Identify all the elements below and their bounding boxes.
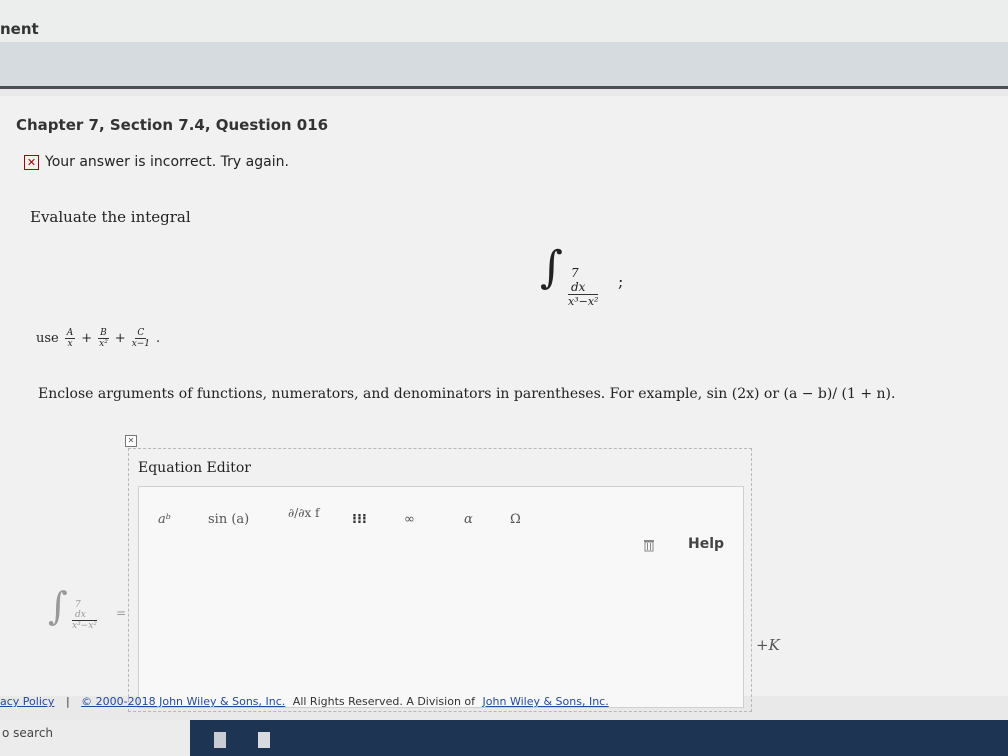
integrand-numerator: 7 dx [568, 266, 599, 295]
hint-term-b: B x² [98, 328, 109, 349]
greek-upper-button[interactable]: Ω [510, 512, 521, 527]
matrix-button[interactable]: ⁝⁝⁝ [352, 512, 367, 527]
hint-end: . [156, 331, 161, 346]
hint-plus-1: + [81, 331, 93, 346]
privacy-link[interactable]: acy Policy [0, 695, 54, 708]
hint-prefix: use [36, 331, 59, 346]
hint-term-a-den: x [67, 339, 73, 349]
hint-term-a-num: A [64, 328, 76, 339]
taskbar-search-text: o search [2, 726, 54, 740]
lhs-denominator: x³−x² [72, 621, 97, 631]
integration-constant: +K [756, 636, 780, 654]
hint-term-a: A x [64, 328, 76, 349]
hint-term-b-den: x² [99, 339, 108, 349]
editor-toggle-icon[interactable]: ✕ [125, 435, 137, 447]
top-bar: nent [0, 0, 1008, 42]
lhs-integral-sign-icon: ∫ [48, 584, 68, 628]
instructions-text: Enclose arguments of functions, numerato… [38, 386, 896, 402]
hint-term-c: C x−1 [132, 328, 150, 349]
header-band [0, 42, 1008, 89]
problem-prompt: Evaluate the integral [30, 208, 191, 226]
task-view-icon[interactable] [258, 732, 270, 748]
hint-term-c-num: C [135, 328, 147, 339]
status-text: Your answer is incorrect. Try again. [45, 154, 289, 170]
rights-text: All Rights Reserved. A Division of [292, 695, 476, 708]
integrand-fraction: 7 dx x³−x² [568, 266, 599, 308]
equation-editor-label: Equation Editor [138, 460, 251, 476]
exponent-button[interactable]: aᵇ [158, 512, 171, 527]
trash-icon[interactable] [642, 538, 656, 556]
lhs-equals: = [116, 606, 127, 620]
header-title: nent [0, 20, 39, 38]
partial-fraction-hint: use A x + B x² + C x−1 . [36, 328, 160, 349]
greek-lower-button[interactable]: α [464, 512, 473, 527]
status-message: ✕ Your answer is incorrect. Try again. [24, 154, 289, 170]
integrand-denominator: x³−x² [568, 295, 599, 308]
question-title: Chapter 7, Section 7.4, Question 016 [16, 116, 329, 134]
equation-input-area[interactable] [140, 560, 740, 700]
infinity-button[interactable]: ∞ [404, 512, 415, 527]
taskbar-search-input[interactable]: o search [0, 720, 190, 756]
x-box-icon: ✕ [24, 154, 39, 170]
derivative-button[interactable]: ∂/∂x f [288, 506, 319, 520]
lhs-fraction: 7 dx x³−x² [72, 600, 97, 631]
footer-separator: | [65, 695, 70, 708]
copyright-link[interactable]: © 2000-2018 John Wiley & Sons, Inc. [81, 695, 285, 708]
hint-term-c-den: x−1 [131, 339, 151, 349]
cortana-icon[interactable] [214, 732, 226, 748]
integral-sign-icon: ∫ [540, 242, 563, 293]
function-button[interactable]: sin (a) [208, 512, 249, 527]
editor-toolbar: aᵇ sin (a) ∂/∂x f ⁝⁝⁝ ∞ α Ω Help [154, 506, 734, 552]
footer: acy Policy | © 2000-2018 John Wiley & So… [0, 695, 609, 708]
integral-trailer: ; [618, 272, 624, 291]
lhs-numerator: 7 dx [72, 600, 97, 621]
hint-plus-2: + [114, 331, 126, 346]
help-button[interactable]: Help [688, 536, 724, 552]
hint-term-b-num: B [98, 328, 109, 339]
company-link[interactable]: John Wiley & Sons, Inc. [483, 695, 609, 708]
